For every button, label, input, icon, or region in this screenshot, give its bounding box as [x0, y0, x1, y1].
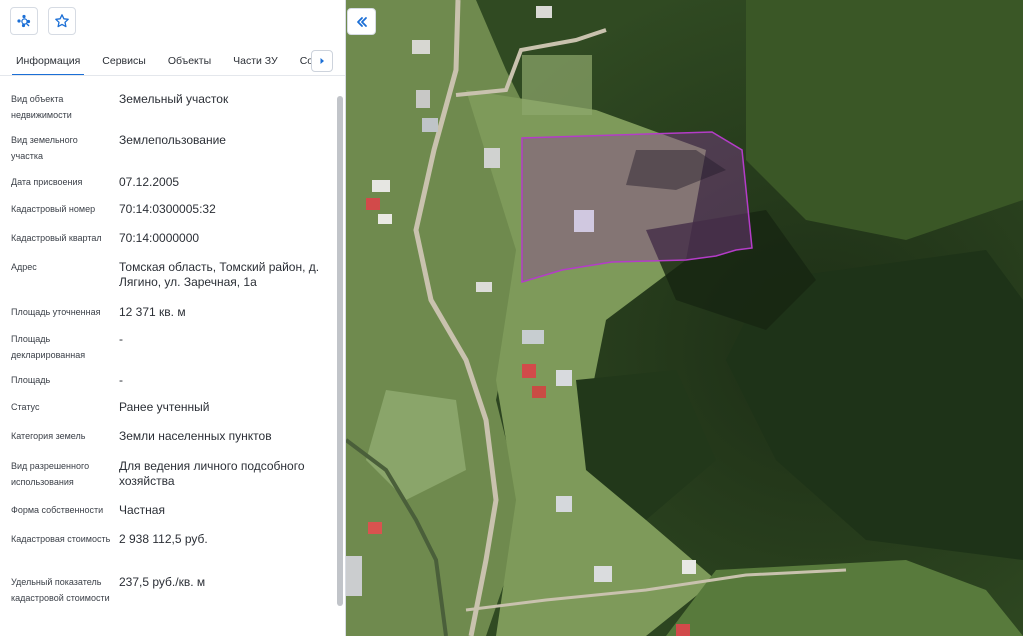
- field-label: Вид объекта недвижимости: [11, 94, 72, 120]
- field-value: Ранее учтенный: [119, 400, 210, 414]
- collapse-panel-button[interactable]: [347, 8, 376, 35]
- field-label: Площадь декларированная: [11, 334, 86, 360]
- tab-services[interactable]: Сервисы: [98, 55, 150, 75]
- field-value: Частная: [119, 503, 165, 517]
- map-imagery: [346, 0, 1023, 636]
- field-value: 70:14:0300005:32: [119, 202, 216, 216]
- field-label: Вид земельного участка: [11, 135, 78, 161]
- chevron-right-icon: [320, 58, 324, 64]
- tabs-next-button[interactable]: [311, 50, 333, 72]
- field-label: Форма собственности: [11, 505, 104, 515]
- field-label: Кадастровый номер: [11, 204, 96, 214]
- star-icon: [55, 14, 69, 28]
- double-chevron-left-icon: [356, 16, 367, 27]
- field-label: Дата присвоения: [11, 177, 83, 187]
- field-value: 237,5 руб./кв. м: [119, 575, 206, 589]
- field-value: 07.12.2005: [119, 175, 180, 189]
- tab-parts[interactable]: Части ЗУ: [229, 55, 282, 75]
- scrollbar[interactable]: [336, 96, 344, 630]
- field-label: Площадь уточненная: [11, 307, 101, 317]
- field-value: -: [119, 332, 123, 346]
- field-value: Землепользование: [119, 133, 226, 147]
- panel-toolbar: [0, 0, 345, 42]
- scroll-thumb[interactable]: [337, 96, 343, 606]
- favorite-button[interactable]: [48, 7, 76, 35]
- field-value: -: [119, 373, 123, 387]
- field-value: Земли населенных пунктов: [119, 429, 272, 443]
- field-value: Томская область, Томский район, д. Лягин…: [119, 260, 320, 289]
- tab-bar: Информация Сервисы Объекты Части ЗУ Сост…: [0, 42, 345, 76]
- field-value: 12 371 кв. м: [119, 305, 186, 319]
- field-label: Категория земель: [11, 431, 86, 441]
- field-value: 2 938 112,5 руб.: [119, 532, 208, 546]
- layers-search-icon: [17, 14, 31, 28]
- field-label: Статус: [11, 402, 40, 412]
- field-value: Земельный участок: [119, 92, 229, 106]
- field-label: Площадь: [11, 375, 51, 385]
- field-label: Кадастровая стоимость: [11, 534, 111, 544]
- satellite-map[interactable]: [346, 0, 1023, 636]
- tab-objects[interactable]: Объекты: [164, 55, 215, 75]
- field-value: Для ведения личного подсобного хозяйства: [119, 459, 305, 488]
- layers-search-button[interactable]: [10, 7, 38, 35]
- field-label: Кадастровый квартал: [11, 233, 102, 243]
- info-panel: Информация Сервисы Объекты Части ЗУ Сост…: [0, 0, 346, 636]
- field-label: Адрес: [11, 262, 37, 272]
- field-value: 70:14:0000000: [119, 231, 200, 245]
- tab-information[interactable]: Информация: [12, 55, 85, 75]
- field-label: Вид разрешенного использования: [11, 461, 90, 487]
- field-label: Удельный показатель кадастровой стоимост…: [11, 577, 110, 603]
